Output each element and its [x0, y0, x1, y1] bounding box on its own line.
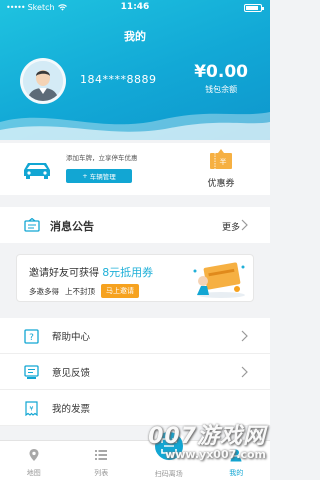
invoice-icon: ¥ [25, 401, 38, 416]
battery-icon [244, 4, 264, 12]
balance-label: 钱包余额 [205, 85, 238, 94]
menu-item-label: 我的发票 [52, 404, 91, 415]
chevron-right-icon [241, 219, 248, 231]
tab-label: 我的 [229, 469, 244, 477]
coupon-entry[interactable]: 半 优惠券 [196, 149, 246, 189]
invite-headline-prefix: 邀请好友可获得 [29, 268, 99, 279]
tab-map[interactable]: 地图 [0, 441, 68, 480]
user-icon [230, 449, 242, 462]
invite-headline: 邀请好友可获得 8元抵用券 [29, 264, 153, 280]
invite-subline-a: 多邀多得 [29, 286, 59, 296]
tab-list[interactable]: 列表 [68, 441, 136, 480]
vehicle-management-button[interactable]: + 车辆管理 [66, 169, 132, 183]
page-title: 我的 [124, 30, 146, 43]
tab-label: 扫码离场 [154, 470, 183, 478]
invite-subline-b: 上不封顶 [65, 286, 95, 296]
settings-menu: ? 帮助中心 意见反馈 ¥ 我的发票 [0, 318, 270, 426]
svg-text:¥: ¥ [29, 405, 33, 413]
car-icon [24, 163, 50, 179]
list-icon [95, 450, 108, 460]
coupon-icon: 半 [210, 149, 232, 169]
tab-scan-exit[interactable]: 扫码离场 [135, 429, 203, 480]
invite-headline-highlight: 8元抵用券 [102, 266, 154, 279]
user-avatar-icon [23, 61, 63, 101]
scan-button[interactable] [151, 429, 186, 463]
tab-mine[interactable]: 我的 [203, 441, 271, 480]
menu-item-help-center[interactable]: ? 帮助中心 [0, 318, 270, 354]
car-hint-text: 添加车牌，立享停车优惠 [66, 154, 138, 162]
help-icon: ? [24, 329, 39, 344]
chevron-right-icon [241, 366, 248, 378]
invite-banner[interactable]: 邀请好友可获得 8元抵用券 多邀多得 上不封顶 马上邀请 [16, 254, 254, 302]
scan-icon [160, 438, 177, 454]
menu-item-label: 意见反馈 [52, 368, 91, 379]
feedback-icon [24, 365, 39, 379]
avatar[interactable] [20, 58, 66, 104]
vehicle-management-label: 车辆管理 [89, 173, 116, 181]
plus-icon: + [82, 172, 88, 180]
invite-illustration-icon [193, 262, 245, 298]
svg-text:?: ? [29, 333, 34, 343]
invite-now-button[interactable]: 马上邀请 [101, 284, 139, 298]
wallet-balance[interactable]: ¥0.00 钱包余额 [194, 62, 248, 95]
invite-subline: 多邀多得 上不封顶 马上邀请 [29, 284, 139, 298]
coupon-icon-text: 半 [220, 157, 227, 166]
notice-title: 消息公告 [50, 220, 94, 233]
battery-indicator [244, 4, 264, 12]
tab-label: 列表 [94, 469, 109, 477]
map-pin-icon [29, 449, 39, 461]
car-card: 添加车牌，立享停车优惠 + 车辆管理 半 优惠券 [0, 143, 270, 195]
header-wave [0, 112, 270, 140]
notice-more-link[interactable]: 更多 [222, 220, 240, 233]
profile-header: ••••• Sketch 11:46 我的 184****8889 ¥0.00 … [0, 0, 270, 140]
menu-item-label: 帮助中心 [52, 332, 91, 343]
coupon-label: 优惠券 [207, 179, 235, 189]
menu-item-invoices[interactable]: ¥ 我的发票 [0, 390, 270, 426]
status-bar: ••••• Sketch 11:46 [0, 0, 270, 16]
chevron-right-icon [241, 330, 248, 342]
menu-item-feedback[interactable]: 意见反馈 [0, 354, 270, 390]
bulletin-icon [24, 218, 40, 232]
bottom-tab-bar: 地图 列表 扫码离场 我的 [0, 429, 271, 480]
tab-label: 地图 [26, 469, 41, 477]
status-time: 11:46 [120, 2, 150, 12]
notice-row[interactable]: 消息公告 更多 [0, 207, 270, 243]
user-phone: 184****8889 [80, 73, 157, 86]
balance-amount: ¥0.00 [194, 62, 248, 82]
